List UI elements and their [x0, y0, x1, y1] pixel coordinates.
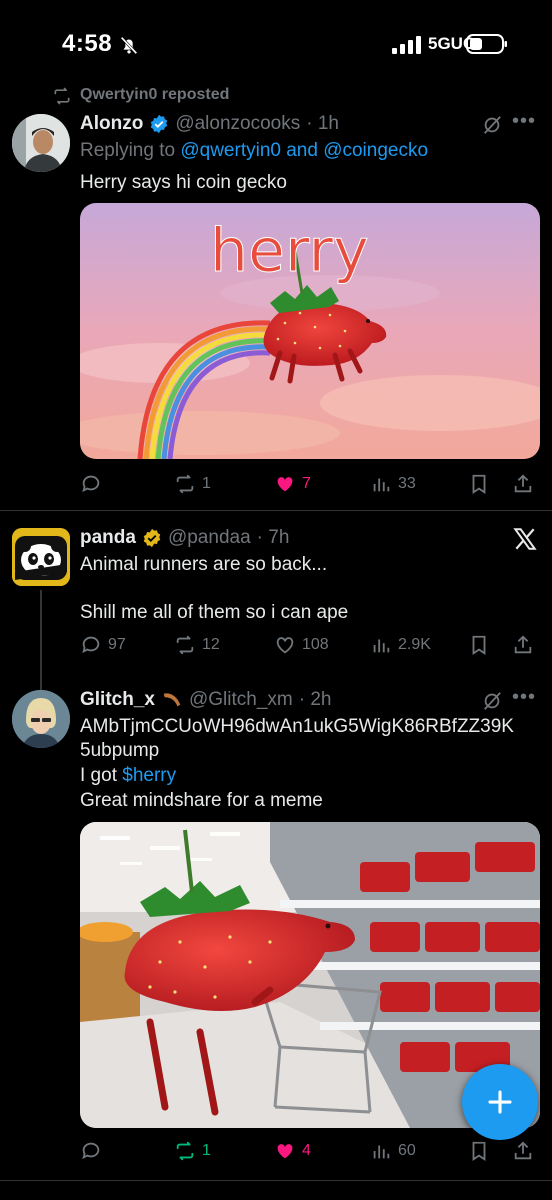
views-button[interactable]: 33 [370, 469, 416, 499]
battery-icon [466, 34, 507, 54]
author-row: Glitch_x @Glitch_xm · 2h [80, 688, 331, 712]
post-time: · 1h [306, 113, 339, 134]
author-name[interactable]: Alonzo [80, 113, 143, 135]
tweet-text-line1: AMbTjmCCUoWH96dwAn1ukG5WigK86RBfZZ39K [80, 716, 514, 737]
grok-icon[interactable] [481, 690, 503, 712]
compose-button[interactable] [462, 1064, 538, 1140]
reply-button[interactable]: 97 [80, 630, 126, 660]
tweet-actions: 97 12 108 2.9K [80, 630, 540, 660]
views-icon [373, 1145, 390, 1159]
like-icon [277, 1144, 293, 1159]
like-count: 4 [302, 1142, 311, 1159]
compose-plus-icon [488, 1090, 512, 1114]
reply-icon [82, 1142, 100, 1160]
image-caption: herry [210, 216, 369, 286]
views-icon [373, 639, 390, 653]
boomerang-icon [163, 693, 181, 707]
reply-to-mentions[interactable]: @qwertyin0 and @coingecko [180, 140, 428, 161]
view-count: 33 [398, 475, 416, 492]
like-icon [276, 637, 294, 654]
thread-line [40, 590, 42, 690]
repost-count: 12 [202, 636, 220, 653]
mute-bell-icon [120, 36, 138, 55]
avatar[interactable] [12, 114, 70, 172]
x-logo-icon[interactable] [512, 526, 538, 552]
tweet-actions: 1 7 33 [80, 469, 540, 499]
repost-count: 1 [202, 1142, 211, 1159]
reply-icon [82, 636, 100, 654]
tweet-text-line2: 5ubpump [80, 740, 160, 761]
tweet-text-line4: Great mindshare for a meme [80, 790, 323, 811]
author-handle[interactable]: @alonzocooks [175, 113, 300, 135]
cashtag-link[interactable]: $herry [122, 765, 176, 786]
tweet-image[interactable]: herry [80, 203, 540, 459]
like-button[interactable]: 4 [274, 1136, 311, 1166]
reply-button[interactable] [80, 469, 108, 499]
bookmark-icon [472, 1141, 486, 1161]
share-button[interactable] [512, 630, 534, 660]
post-time: · 7h [256, 527, 290, 548]
views-icon [373, 478, 390, 492]
repost-button[interactable]: 1 [174, 469, 211, 499]
reply-prefix: Replying to [80, 140, 181, 161]
more-icon[interactable]: ••• [512, 686, 536, 709]
author-handle[interactable]: @Glitch_xm [189, 689, 293, 711]
avatar[interactable] [12, 690, 70, 748]
repost-icon [176, 1141, 194, 1161]
status-bar: 4:58 5GUC [0, 0, 552, 90]
more-icon[interactable]: ••• [512, 110, 536, 133]
author-name[interactable]: panda [80, 527, 136, 549]
author-name[interactable]: Glitch_x [80, 689, 155, 711]
verified-badge-icon [151, 114, 168, 134]
like-button[interactable]: 7 [274, 469, 311, 499]
text-prefix: I got [80, 765, 123, 786]
grok-icon[interactable] [481, 114, 503, 136]
bookmark-button[interactable] [468, 1136, 490, 1166]
reply-count: 97 [108, 636, 126, 653]
view-count: 2.9K [398, 636, 431, 653]
divider [0, 1180, 552, 1181]
tweet-2[interactable]: panda @pandaa · 7h Animal runners are so… [0, 510, 552, 690]
share-button[interactable] [512, 1136, 534, 1166]
repost-icon [54, 87, 70, 105]
repost-count: 1 [202, 475, 211, 492]
verified-badge-icon [143, 528, 161, 548]
repost-icon [176, 474, 194, 494]
repost-button[interactable]: 12 [174, 630, 220, 660]
post-time: · 2h [298, 689, 332, 710]
bookmark-icon [472, 474, 486, 494]
author-row: panda @pandaa · 7h [80, 526, 289, 550]
bookmark-icon [472, 635, 486, 655]
author-row: Alonzo @alonzocooks · 1h [80, 112, 339, 136]
repost-icon [176, 635, 194, 655]
signal-icon [392, 36, 421, 54]
bookmark-button[interactable] [468, 469, 490, 499]
tweet-text: Herry says hi coin gecko [80, 172, 287, 193]
view-count: 60 [398, 1142, 416, 1159]
like-icon [277, 477, 293, 492]
reply-button[interactable] [80, 1136, 108, 1166]
reply-icon [82, 475, 100, 493]
tweet-1[interactable]: Qwertyin0 reposted Alonzo @alonzocooks ·… [0, 84, 552, 510]
repost-banner[interactable]: Qwertyin0 reposted [80, 86, 229, 104]
repost-button[interactable]: 1 [174, 1136, 211, 1166]
tweet-text-line3: I got $herry [80, 763, 530, 788]
bookmark-button[interactable] [468, 630, 490, 660]
author-handle[interactable]: @pandaa [168, 527, 251, 549]
share-icon [514, 635, 532, 654]
like-count: 108 [302, 636, 329, 653]
views-button[interactable]: 2.9K [370, 630, 431, 660]
like-count: 7 [302, 475, 311, 492]
views-button[interactable]: 60 [370, 1136, 416, 1166]
tweet-text-line1: Animal runners are so back... [80, 554, 328, 575]
tweet-text-line2: Shill me all of them so i can ape [80, 602, 349, 623]
share-icon [514, 1141, 532, 1160]
tweet-actions: 1 4 60 [80, 1136, 540, 1166]
like-button[interactable]: 108 [274, 630, 329, 660]
status-time: 4:58 [62, 30, 113, 57]
share-button[interactable] [512, 469, 534, 499]
share-icon [514, 474, 532, 493]
avatar[interactable] [12, 528, 70, 586]
reply-context: Replying to @qwertyin0 and @coingecko [80, 138, 530, 163]
